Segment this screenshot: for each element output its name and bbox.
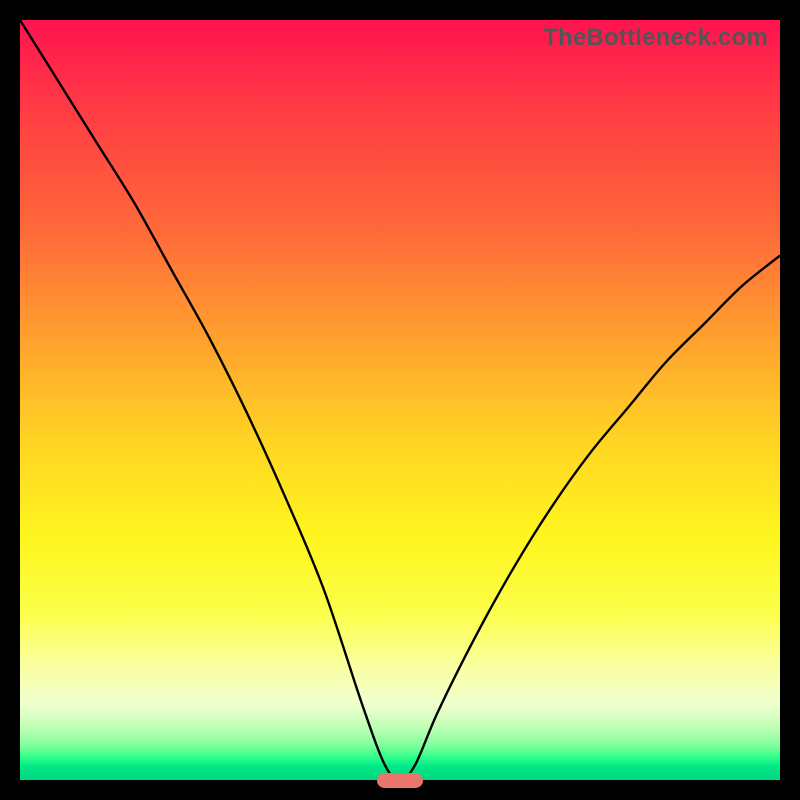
optimal-marker xyxy=(377,773,423,788)
curve-path xyxy=(20,20,780,780)
chart-frame: TheBottleneck.com xyxy=(0,0,800,800)
bottleneck-curve xyxy=(20,20,780,780)
plot-area: TheBottleneck.com xyxy=(20,20,780,780)
